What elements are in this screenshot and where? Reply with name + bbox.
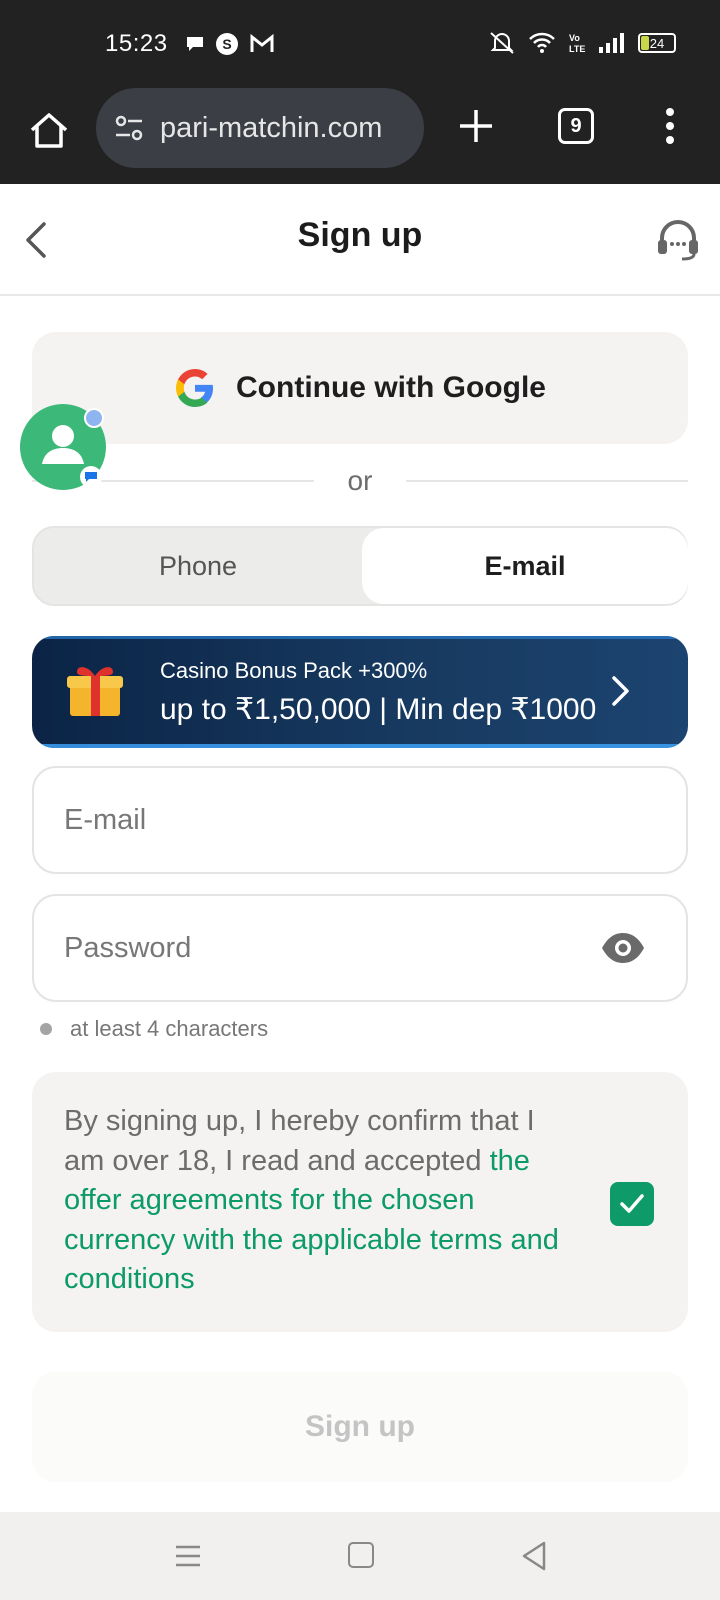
tab-phone[interactable]: Phone bbox=[34, 528, 362, 604]
email-input[interactable] bbox=[64, 768, 604, 872]
message-icon bbox=[187, 37, 203, 51]
svg-text:S: S bbox=[222, 36, 231, 52]
chevron-right-icon bbox=[612, 676, 629, 706]
home-icon[interactable] bbox=[26, 108, 72, 154]
battery-icon: 24 bbox=[638, 33, 676, 53]
casino-bonus-banner[interactable]: Casino Bonus Pack +300% up to ₹1,50,000 … bbox=[32, 636, 688, 748]
support-headset-icon[interactable] bbox=[654, 218, 702, 262]
checkmark-icon bbox=[620, 1194, 644, 1213]
terms-prefix: By signing up, I hereby confirm that I a… bbox=[64, 1105, 535, 1177]
site-settings-icon[interactable] bbox=[112, 111, 146, 145]
requirement-dot bbox=[40, 1023, 52, 1035]
eye-icon[interactable] bbox=[600, 930, 646, 966]
signup-method-toggle: Phone E-mail bbox=[32, 526, 688, 606]
tab-switcher-button[interactable]: 9 bbox=[558, 108, 594, 144]
google-button-label: Continue with Google bbox=[236, 371, 546, 404]
tab-email[interactable]: E-mail bbox=[362, 528, 688, 604]
password-field bbox=[32, 894, 688, 1002]
status-bar: 15:23 S Vo LTE 24 bbox=[0, 0, 720, 88]
terms-consent-box: By signing up, I hereby confirm that I a… bbox=[32, 1072, 688, 1332]
page-header: Sign up bbox=[0, 184, 720, 296]
google-logo-icon bbox=[176, 369, 214, 407]
mute-icon bbox=[490, 32, 514, 54]
or-divider: or bbox=[32, 458, 688, 504]
gift-box-icon bbox=[67, 667, 123, 716]
skype-icon: S bbox=[216, 33, 238, 55]
chat-badge-icon bbox=[80, 466, 102, 488]
password-input[interactable] bbox=[64, 896, 604, 1000]
volte-icon: VoLTE bbox=[569, 33, 585, 54]
password-requirement: at least 4 characters bbox=[40, 1016, 268, 1042]
or-text: or bbox=[347, 465, 373, 496]
recent-apps-icon[interactable] bbox=[174, 1542, 202, 1570]
wifi-icon bbox=[529, 32, 555, 53]
signup-form-area: Continue with Google or Phone E-mail Cas… bbox=[0, 298, 720, 1512]
svg-text:LTE: LTE bbox=[569, 44, 585, 54]
password-hint-text: at least 4 characters bbox=[70, 1016, 269, 1041]
terms-checkbox[interactable] bbox=[610, 1182, 654, 1226]
browser-toolbar: pari-matchin.com 9 bbox=[0, 88, 720, 184]
banner-title: Casino Bonus Pack +300% bbox=[160, 658, 428, 683]
email-field bbox=[32, 766, 688, 874]
more-options-icon[interactable] bbox=[660, 106, 680, 146]
terms-text: By signing up, I hereby confirm that I a… bbox=[64, 1102, 574, 1300]
signup-button[interactable]: Sign up bbox=[32, 1372, 688, 1482]
system-nav-bar bbox=[0, 1512, 720, 1600]
notification-dot bbox=[84, 408, 104, 428]
nav-back-icon[interactable] bbox=[520, 1540, 548, 1572]
continue-with-google-button[interactable]: Continue with Google bbox=[32, 332, 688, 444]
gmail-icon bbox=[250, 33, 274, 52]
battery-level: 24 bbox=[649, 35, 665, 51]
banner-offer: up to ₹1,50,000 | Min dep ₹1000 bbox=[160, 693, 597, 726]
svg-text:Vo: Vo bbox=[569, 33, 580, 43]
status-time: 15:23 bbox=[105, 30, 168, 57]
tab-count: 9 bbox=[570, 114, 582, 137]
new-tab-icon[interactable] bbox=[456, 106, 496, 146]
url-text: pari-matchin.com bbox=[160, 111, 383, 144]
nav-home-icon[interactable] bbox=[348, 1542, 374, 1568]
signal-icon bbox=[599, 33, 624, 53]
address-bar[interactable]: pari-matchin.com bbox=[96, 88, 424, 168]
page-title: Sign up bbox=[297, 216, 423, 254]
